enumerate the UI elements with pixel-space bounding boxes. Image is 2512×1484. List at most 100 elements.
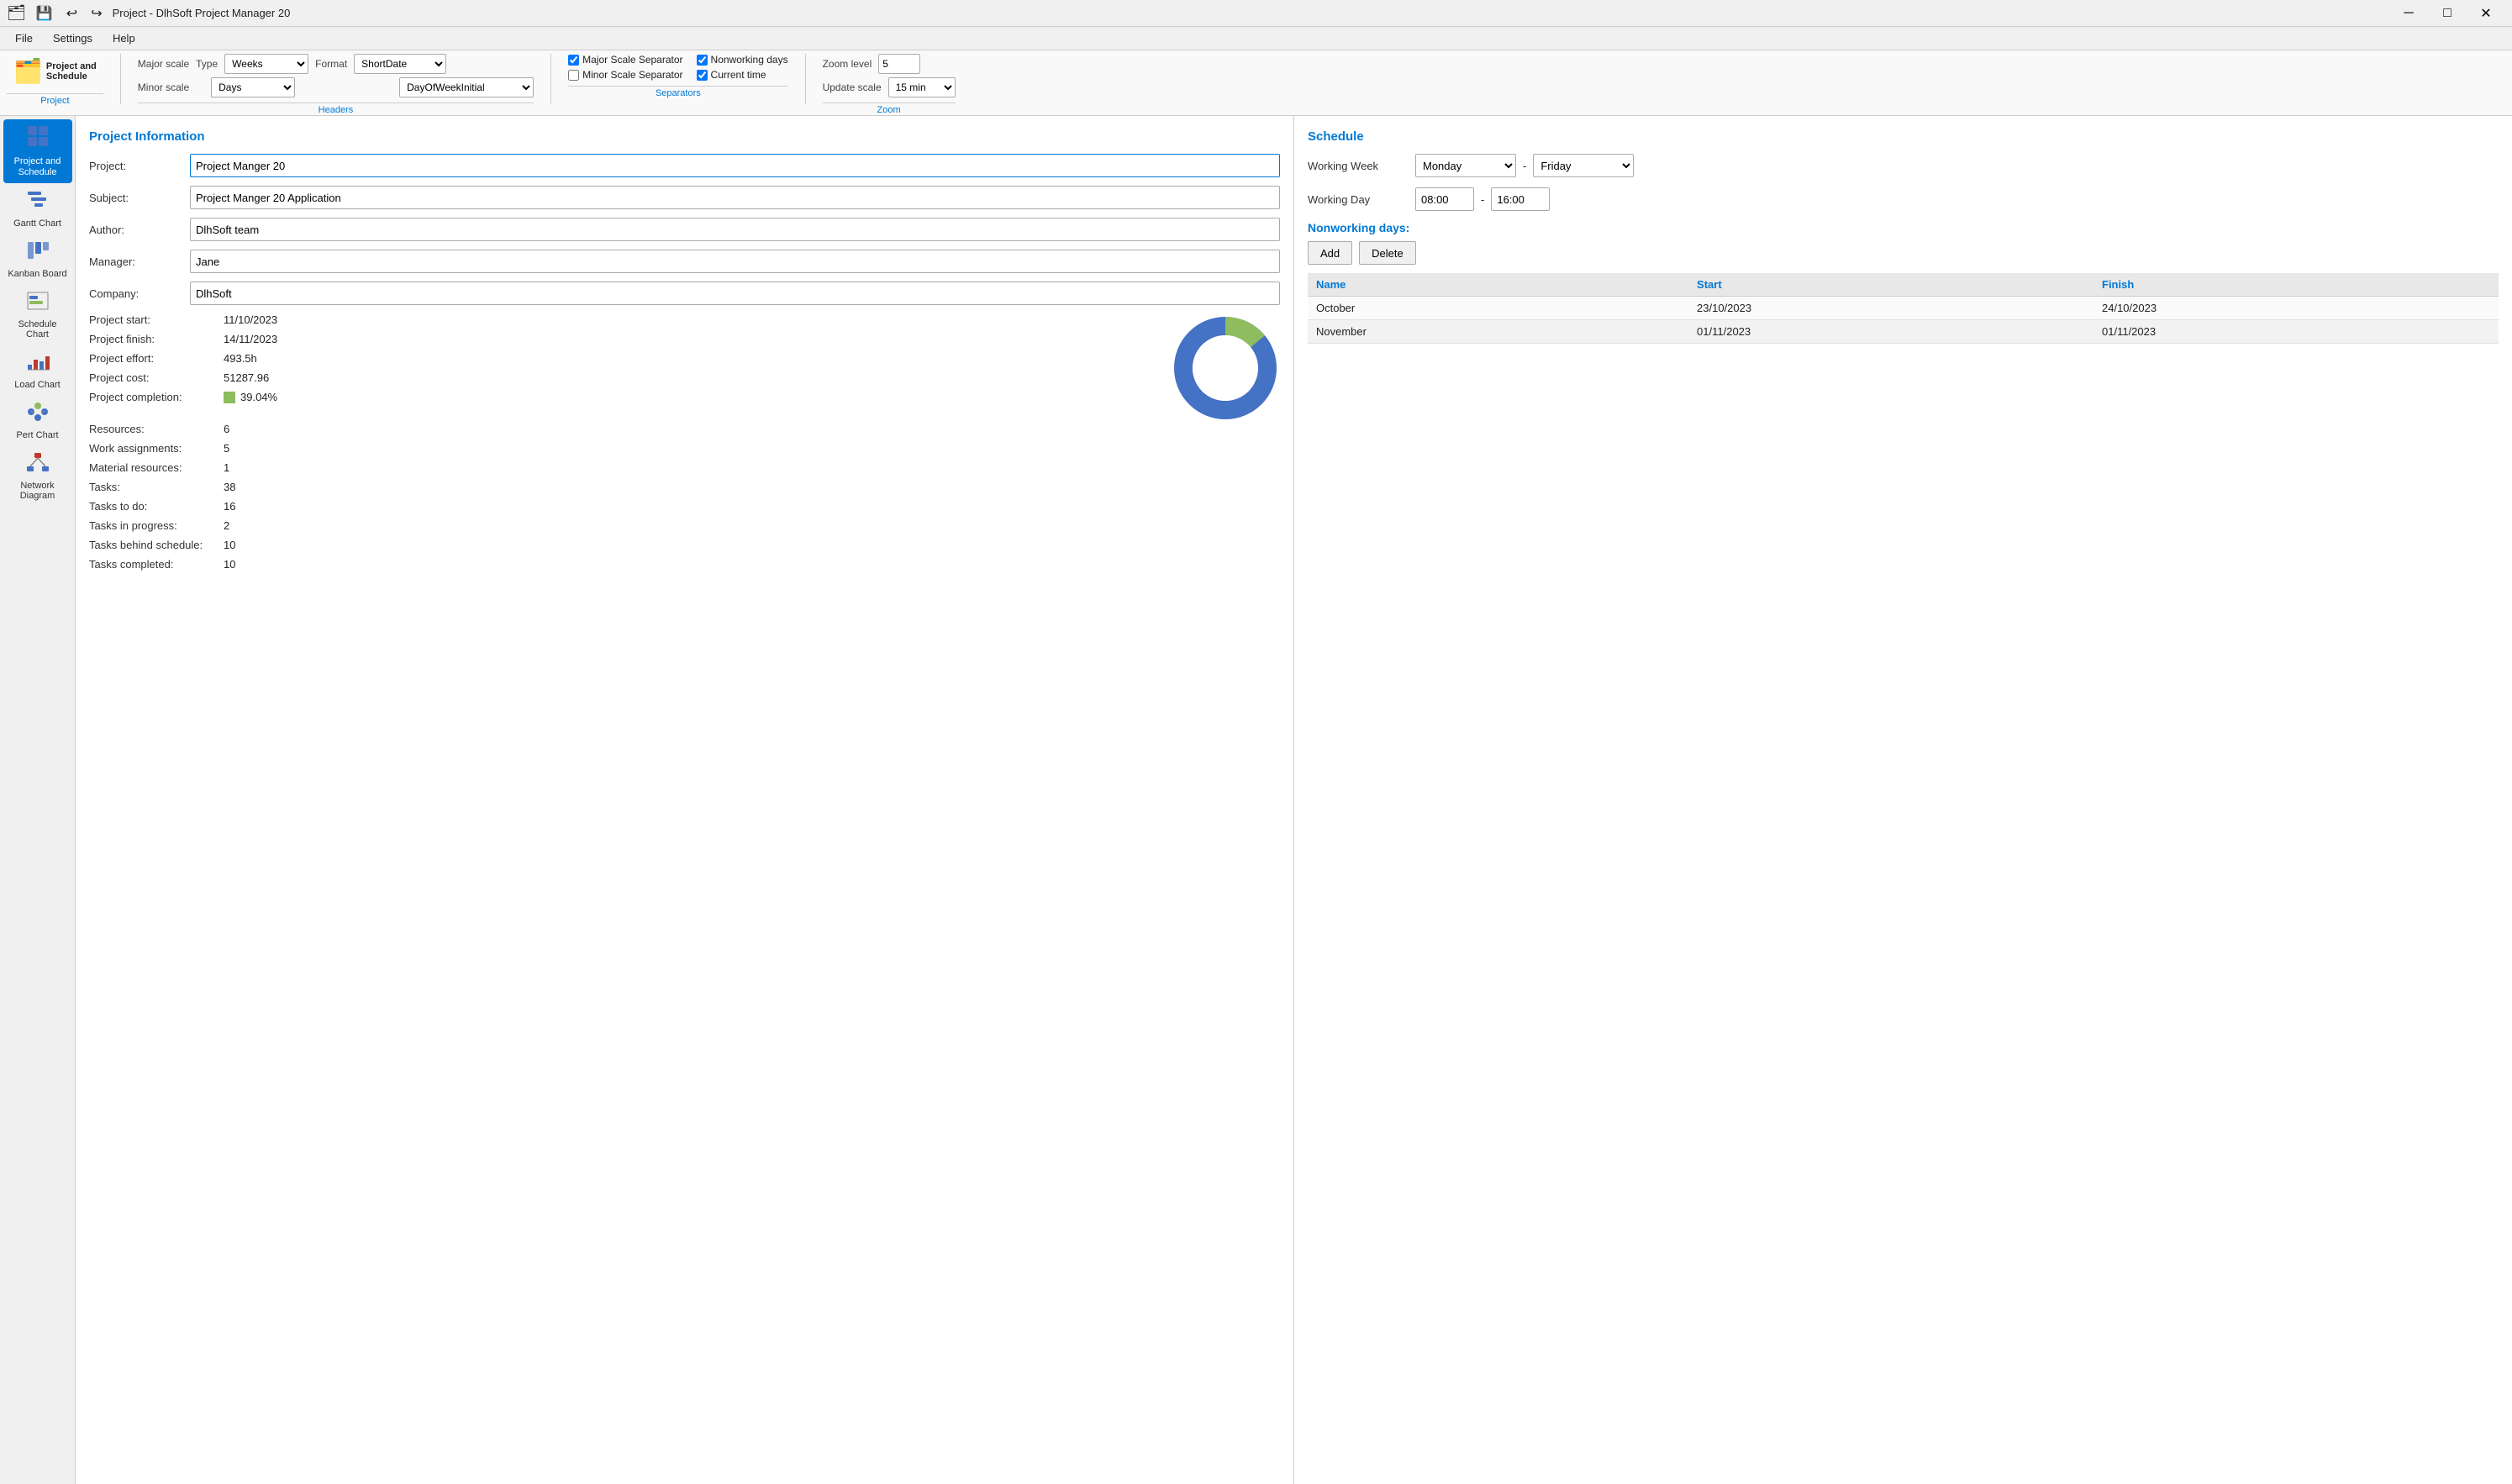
sidebar-item-schedule-chart[interactable]: Schedule Chart bbox=[3, 286, 72, 345]
working-day-end-input[interactable] bbox=[1491, 187, 1550, 211]
table-row[interactable]: November01/11/202301/11/2023 bbox=[1308, 320, 2499, 344]
current-time-check[interactable]: Current time bbox=[697, 69, 766, 81]
author-input[interactable] bbox=[190, 218, 1280, 241]
update-scale-label: Update scale bbox=[823, 82, 882, 93]
delete-nonworking-button[interactable]: Delete bbox=[1359, 241, 1416, 265]
sidebar-item-project-schedule[interactable]: Project and Schedule bbox=[3, 119, 72, 183]
ribbon-content: 🗂️ Project and Schedule Project Major sc… bbox=[7, 54, 2505, 115]
redo-btn[interactable]: ↪ bbox=[87, 3, 105, 24]
nonworking-btn-row: Add Delete bbox=[1308, 241, 2499, 265]
type-label: Type bbox=[196, 58, 218, 70]
working-day-start-input[interactable] bbox=[1415, 187, 1474, 211]
ribbon-headers-content: Major scale Type Weeks Format ShortDate … bbox=[138, 54, 534, 97]
work-assignments-value: 5 bbox=[224, 442, 229, 455]
add-nonworking-button[interactable]: Add bbox=[1308, 241, 1352, 265]
table-row[interactable]: October23/10/202324/10/2023 bbox=[1308, 297, 2499, 320]
zoom-content: Zoom level Update scale 15 min bbox=[823, 54, 956, 97]
work-assignments-label: Work assignments: bbox=[89, 442, 224, 455]
manager-field-row: Manager: bbox=[89, 250, 1280, 273]
sidebar-item-schedule-label: Schedule Chart bbox=[7, 319, 69, 339]
working-week-end-select[interactable]: Friday Saturday bbox=[1533, 154, 1634, 177]
sidebar-item-load-label: Load Chart bbox=[14, 380, 60, 390]
major-scale-sep-input[interactable] bbox=[568, 55, 579, 66]
project-field-label: Project: bbox=[89, 160, 190, 172]
stats-chart-row: Project start: 11/10/2023 Project finish… bbox=[89, 313, 1280, 423]
project-finish-row: Project finish: 14/11/2023 bbox=[89, 333, 1157, 345]
ribbon-section-separators: Major Scale Separator Nonworking days Mi… bbox=[568, 54, 787, 98]
tasks-completed-row: Tasks completed: 10 bbox=[89, 558, 1280, 571]
company-field-row: Company: bbox=[89, 282, 1280, 305]
table-header-row: Name Start Finish bbox=[1308, 273, 2499, 297]
minor-scale-sep-input[interactable] bbox=[568, 70, 579, 81]
sidebar-item-gantt[interactable]: Gantt Chart bbox=[3, 185, 72, 234]
minor-format-select[interactable]: DayOfWeekInitial bbox=[399, 77, 534, 97]
ribbon-project-section-label: Project bbox=[7, 93, 103, 106]
update-scale-select[interactable]: 15 min bbox=[888, 77, 956, 97]
ribbon-project-btn[interactable]: 🗂️ Project and Schedule bbox=[7, 54, 103, 88]
zoom-level-input[interactable] bbox=[878, 54, 920, 74]
minimize-button[interactable]: ─ bbox=[2389, 0, 2428, 27]
major-scale-sep-check[interactable]: Major Scale Separator bbox=[568, 54, 682, 66]
manager-input[interactable] bbox=[190, 250, 1280, 273]
sidebar-item-kanban[interactable]: Kanban Board bbox=[3, 235, 72, 284]
current-time-input[interactable] bbox=[697, 70, 708, 81]
menu-file[interactable]: File bbox=[7, 30, 41, 46]
working-week-label: Working Week bbox=[1308, 160, 1409, 172]
sidebar-item-pert[interactable]: Pert Chart bbox=[3, 397, 72, 445]
tasks-progress-row: Tasks in progress: 2 bbox=[89, 519, 1280, 532]
tasks-progress-value: 2 bbox=[224, 519, 229, 532]
completion-color-swatch bbox=[224, 392, 235, 403]
schedule-title: Schedule bbox=[1308, 129, 2499, 144]
major-type-select[interactable]: Weeks bbox=[224, 54, 308, 74]
project-field-row: Project: bbox=[89, 154, 1280, 177]
project-cost-value: 51287.96 bbox=[224, 371, 269, 384]
minor-type-select[interactable]: Days bbox=[211, 77, 295, 97]
tasks-behind-value: 10 bbox=[224, 539, 235, 551]
menu-settings[interactable]: Settings bbox=[45, 30, 101, 46]
project-input[interactable] bbox=[190, 154, 1280, 177]
maximize-button[interactable]: □ bbox=[2428, 0, 2467, 27]
project-completion-label: Project completion: bbox=[89, 391, 224, 403]
material-resources-row: Material resources: 1 bbox=[89, 461, 1280, 474]
nonworking-days-input[interactable] bbox=[697, 55, 708, 66]
ribbon-schedule-label: Schedule bbox=[46, 71, 97, 82]
project-start-value: 11/10/2023 bbox=[224, 313, 277, 326]
stats-block: Project start: 11/10/2023 Project finish… bbox=[89, 313, 1157, 410]
menu-bar: File Settings Help bbox=[0, 27, 2512, 50]
sidebar-item-network-label: Network Diagram bbox=[7, 481, 69, 501]
donut-svg bbox=[1171, 313, 1280, 423]
nonworking-days-check[interactable]: Nonworking days bbox=[697, 54, 788, 66]
zoom-row2: Update scale 15 min bbox=[823, 77, 956, 97]
project-cost-label: Project cost: bbox=[89, 371, 224, 384]
working-week-dash: - bbox=[1523, 160, 1526, 172]
cell-name: November bbox=[1308, 320, 1688, 344]
resources-row: Resources: 6 bbox=[89, 423, 1280, 435]
sidebar-item-network[interactable]: Network Diagram bbox=[3, 447, 72, 506]
tasks-todo-row: Tasks to do: 16 bbox=[89, 500, 1280, 513]
close-button[interactable]: ✕ bbox=[2467, 0, 2505, 27]
minor-scale-label: Minor scale bbox=[138, 82, 189, 93]
project-finish-value: 14/11/2023 bbox=[224, 333, 277, 345]
project-finish-label: Project finish: bbox=[89, 333, 224, 345]
resources-label: Resources: bbox=[89, 423, 224, 435]
subject-input[interactable] bbox=[190, 186, 1280, 209]
quick-save[interactable]: 💾 bbox=[33, 3, 56, 24]
working-week-start-select[interactable]: Monday Sunday bbox=[1415, 154, 1516, 177]
ribbon: 🗂️ Project and Schedule Project Major sc… bbox=[0, 50, 2512, 116]
sidebar-item-load-chart[interactable]: Load Chart bbox=[3, 346, 72, 395]
ribbon-project-label: Project and bbox=[46, 61, 97, 71]
project-completion-value: 39.04% bbox=[224, 391, 277, 403]
company-input[interactable] bbox=[190, 282, 1280, 305]
ribbon-project-label-block: Project and Schedule bbox=[46, 61, 97, 82]
minor-scale-sep-check[interactable]: Minor Scale Separator bbox=[568, 69, 682, 81]
col-name: Name bbox=[1308, 273, 1688, 297]
menu-help[interactable]: Help bbox=[104, 30, 144, 46]
undo-btn[interactable]: ↩ bbox=[63, 3, 81, 24]
tasks-behind-label: Tasks behind schedule: bbox=[89, 539, 224, 551]
ribbon-section-zoom: Zoom level Update scale 15 min Zoom bbox=[823, 54, 956, 115]
sep-row1: Major Scale Separator Nonworking days bbox=[568, 54, 787, 66]
tasks-progress-label: Tasks in progress: bbox=[89, 519, 224, 532]
cell-start: 23/10/2023 bbox=[1688, 297, 2093, 320]
major-format-select[interactable]: ShortDate bbox=[354, 54, 446, 74]
tasks-completed-label: Tasks completed: bbox=[89, 558, 224, 571]
